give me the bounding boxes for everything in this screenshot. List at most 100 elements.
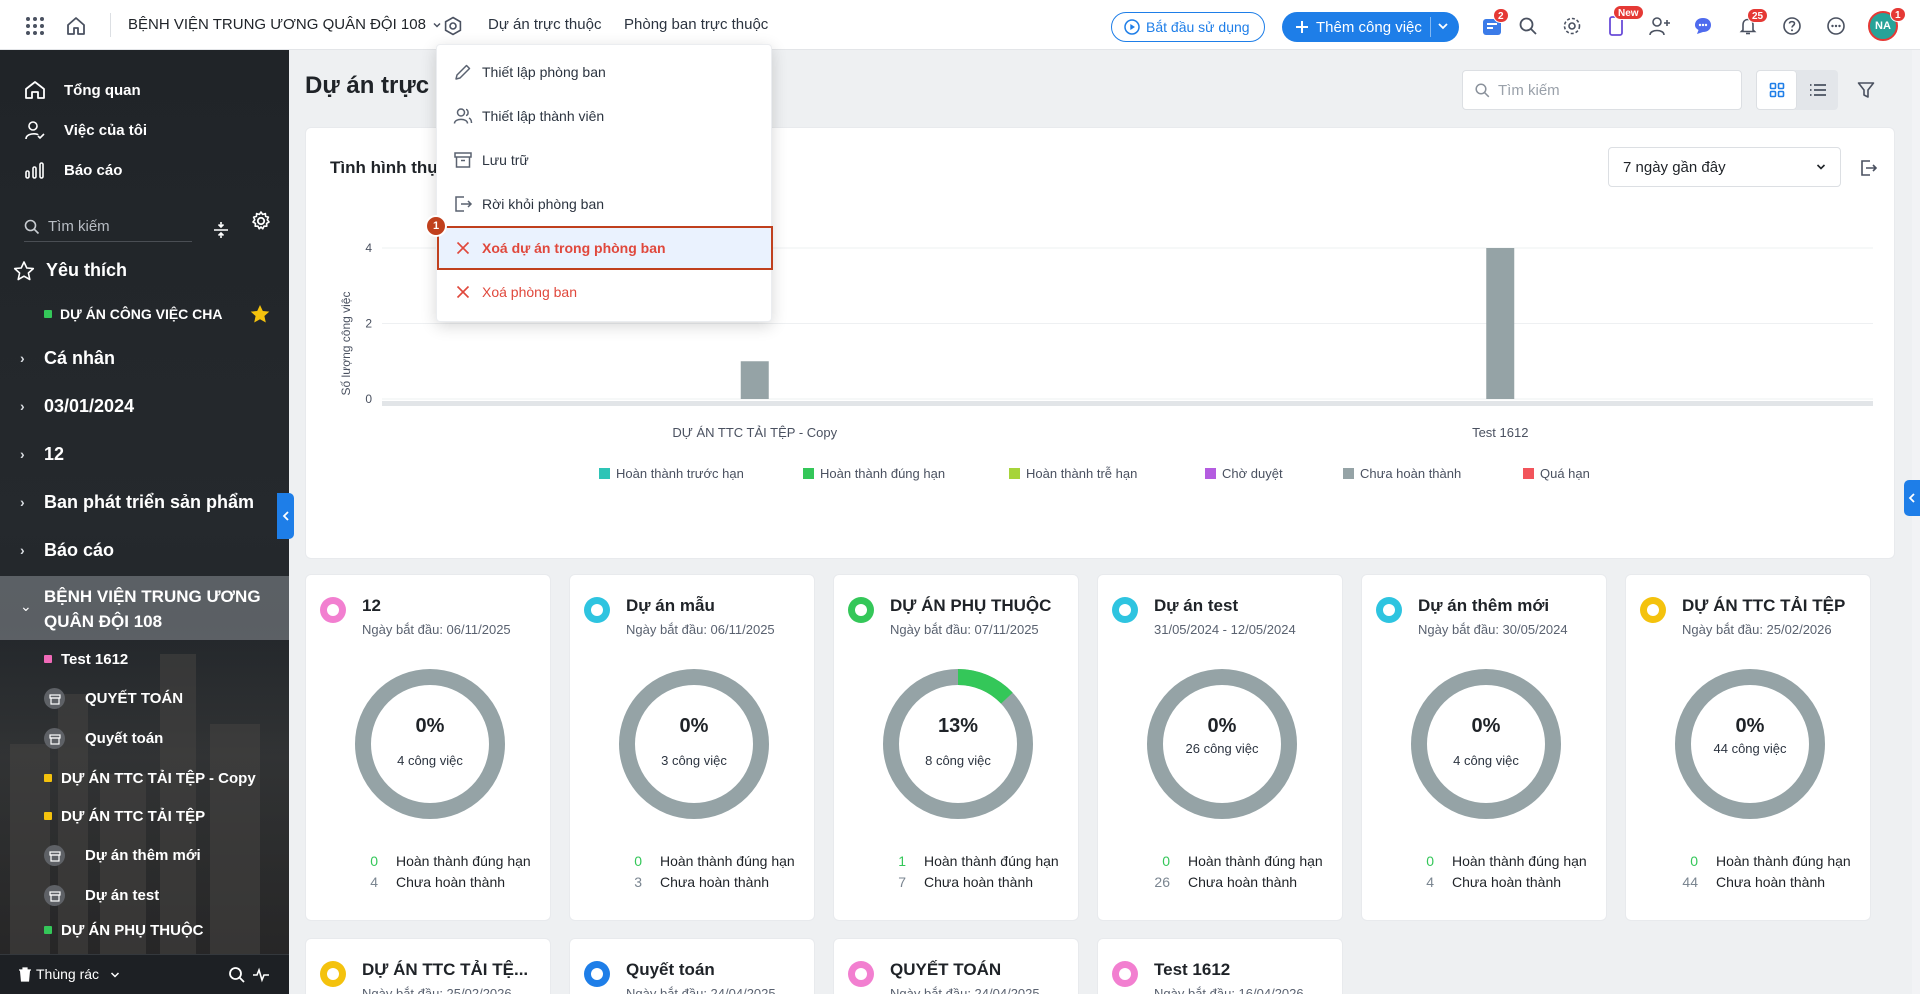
sidebar-project-item[interactable]: Quyết toán	[0, 720, 289, 756]
chat-icon[interactable]	[1692, 15, 1714, 37]
grid-view-button[interactable]	[1756, 70, 1797, 110]
sidebar-project-item[interactable]: DỰ ÁN TTC TẢI TỆP	[0, 798, 289, 834]
app-grid-icon[interactable]	[24, 15, 46, 37]
activity-icon[interactable]	[252, 966, 270, 984]
sidebar-item-overview[interactable]: Tổng quan	[0, 71, 289, 109]
chevron-down-icon[interactable]	[110, 971, 120, 979]
department-settings-icon[interactable]	[442, 15, 464, 37]
project-card[interactable]: DỰ ÁN TTC TẢI TỆP Ngày bắt đầu: 25/02/202…	[1625, 574, 1871, 921]
sidebar-group-date[interactable]: › 03/01/2024	[0, 384, 289, 428]
filter-icon[interactable]	[1857, 81, 1875, 99]
sidebar-project-item[interactable]: DỰ ÁN PHỤ THUỘC	[0, 916, 289, 940]
project-card[interactable]: Dự án thêm mới Ngày bắt đầu: 30/05/2024 0%…	[1361, 574, 1607, 921]
project-name[interactable]: Dự án mẫu	[626, 596, 715, 616]
project-card[interactable]: Quyết toán Ngày bắt đầu: 24/04/2025	[569, 938, 815, 994]
grid-icon	[1769, 82, 1784, 98]
search-icon[interactable]	[228, 966, 246, 984]
search-icon	[1475, 82, 1490, 97]
chevron-down-icon[interactable]	[1435, 18, 1451, 34]
list-icon	[1809, 84, 1826, 96]
sidebar-group-active[interactable]: ⌄ BỆNH VIỆN TRUNG ƯƠNG QUÂN ĐỘI 108	[0, 576, 289, 640]
project-icon-glyph	[855, 604, 867, 616]
menu-item-archive[interactable]: Lưu trữ	[437, 138, 773, 182]
bar-chưa-hoàn-thành	[740, 361, 769, 399]
search-icon[interactable]	[1517, 15, 1539, 37]
sidebar-item-label: Báo cáo	[64, 161, 123, 179]
favorite-item[interactable]: DỰ ÁN CÔNG VIỆC CHA	[0, 296, 289, 332]
project-name[interactable]: QUYẾT TOÁN	[890, 960, 1001, 980]
menu-item-delete-department[interactable]: Xoá phòng ban	[437, 270, 773, 314]
tab-departments[interactable]: Phòng ban trực thuộc	[624, 16, 768, 33]
stat-done-count: 0	[1690, 853, 1698, 869]
trash-icon	[19, 967, 31, 982]
stat-done-label: Hoàn thành đúng hạn	[660, 853, 795, 869]
sidebar-project-item[interactable]: Dự án thêm mới	[0, 837, 289, 873]
sidebar-item-reports[interactable]: Báo cáo	[0, 151, 289, 189]
menu-item-delete-projects[interactable]: Xoá dự án trong phòng ban	[437, 226, 773, 270]
search-placeholder: Tìm kiếm	[1498, 81, 1560, 99]
menu-item-leave-department[interactable]: Rời khỏi phòng ban	[437, 182, 773, 226]
apps-store-icon[interactable]: 2	[1480, 8, 1509, 38]
sidebar-item-my-tasks[interactable]: Việc của tôi	[0, 111, 289, 149]
stat-done-label: Hoàn thành đúng hạn	[924, 853, 1059, 869]
project-card[interactable]: Test 1612 Ngày bắt đầu: 16/04/2026	[1097, 938, 1343, 994]
project-name[interactable]: DỰ ÁN TTC TẢI TỆP	[1682, 596, 1845, 616]
menu-item-member-settings[interactable]: Thiết lập thành viên	[437, 94, 773, 138]
avatar-badge: 1	[1890, 7, 1906, 22]
project-name[interactable]: DỰ ÁN TTC TẢI TỆ...	[362, 960, 528, 980]
gear-icon[interactable]	[250, 210, 272, 232]
sidebar-favorites[interactable]: Yêu thích	[0, 248, 289, 292]
mobile-app-icon[interactable]: New	[1605, 5, 1644, 38]
help-icon[interactable]	[1781, 15, 1803, 37]
sidebar-project-item[interactable]: QUYẾT TOÁN	[0, 680, 289, 716]
sidebar-group-reports[interactable]: › Báo cáo	[0, 528, 289, 572]
org-switcher[interactable]: BỆNH VIỆN TRUNG ƯƠNG QUÂN ĐỘI 108	[128, 16, 442, 33]
gear-icon[interactable]	[1561, 15, 1583, 37]
project-name[interactable]: Dự án test	[1154, 596, 1238, 616]
project-card[interactable]: DỰ ÁN TTC TẢI TỆ... Ngày bắt đầu: 25/02/2…	[305, 938, 551, 994]
sidebar-project-item[interactable]: Test 1612	[0, 641, 289, 677]
sidebar-project-item[interactable]: Dự án test	[0, 877, 289, 913]
sidebar-group-personal[interactable]: › Cá nhân	[0, 336, 289, 380]
sidebar-project-item[interactable]: DỰ ÁN TTC TẢI TỆP - Copy	[0, 760, 289, 796]
bell-icon[interactable]: 25	[1737, 8, 1769, 37]
project-card[interactable]: Dự án test 31/05/2024 - 12/05/2024 0% 26 cô…	[1097, 574, 1343, 921]
project-name[interactable]: Dự án thêm mới	[1418, 596, 1549, 616]
project-color-dot	[44, 926, 52, 934]
project-name[interactable]: Test 1612	[1154, 960, 1230, 980]
task-count: 4 công việc	[397, 753, 463, 768]
project-label: DỰ ÁN TTC TẢI TỆP - Copy	[61, 769, 256, 787]
home-icon[interactable]	[64, 14, 88, 38]
sidebar-group-product-dev[interactable]: › Ban phát triển sản phẩm	[0, 480, 289, 524]
menu-item-department-settings[interactable]: Thiết lập phòng ban	[437, 50, 773, 94]
star-filled-icon[interactable]	[249, 303, 271, 325]
project-name[interactable]: DỰ ÁN PHỤ THUỘC	[890, 596, 1051, 616]
start-using-button[interactable]: Bắt đầu sử dụng	[1111, 12, 1265, 42]
sidebar-collapse-handle[interactable]	[277, 493, 294, 539]
chevron-down-icon: ⌄	[20, 598, 32, 614]
list-view-button[interactable]	[1797, 70, 1838, 110]
trash-label[interactable]: Thùng rác	[36, 966, 99, 982]
project-card[interactable]: 12 Ngày bắt đầu: 06/11/2025 0% 4 công việc 0…	[305, 574, 551, 921]
avatar[interactable]: NA 1	[1868, 7, 1906, 41]
step-marker: 1	[425, 215, 447, 237]
sidebar-search-input[interactable]: Tìm kiếm	[24, 212, 192, 242]
project-card[interactable]: QUYẾT TOÁN Ngày bắt đầu: 24/04/2025	[833, 938, 1079, 994]
project-card[interactable]: Dự án mẫu Ngày bắt đầu: 06/11/2025 0% 3 côn…	[569, 574, 815, 921]
project-card[interactable]: DỰ ÁN PHỤ THUỘC Ngày bắt đầu: 07/11/2025 1…	[833, 574, 1079, 921]
project-label: QUYẾT TOÁN	[85, 689, 184, 707]
more-icon[interactable]	[1825, 15, 1847, 37]
project-date: Ngày bắt đầu: 25/02/2026	[1682, 622, 1832, 637]
search-input[interactable]: Tìm kiếm	[1462, 70, 1742, 110]
sidebar-group-12[interactable]: › 12	[0, 432, 289, 476]
scrollbar[interactable]	[1912, 50, 1920, 994]
add-member-icon[interactable]	[1648, 15, 1672, 37]
project-name[interactable]: Quyết toán	[626, 960, 715, 980]
tab-projects[interactable]: Dự án trực thuộc	[488, 16, 601, 33]
project-name[interactable]: 12	[362, 596, 381, 616]
add-task-button[interactable]: Thêm công việc	[1282, 12, 1459, 42]
collapse-all-icon[interactable]	[211, 220, 231, 240]
right-panel-handle[interactable]	[1904, 480, 1920, 516]
legend-label: Hoàn thành đúng hạn	[820, 466, 945, 481]
stat-done: 0 Hoàn thành đúng hạn	[1150, 853, 1322, 869]
